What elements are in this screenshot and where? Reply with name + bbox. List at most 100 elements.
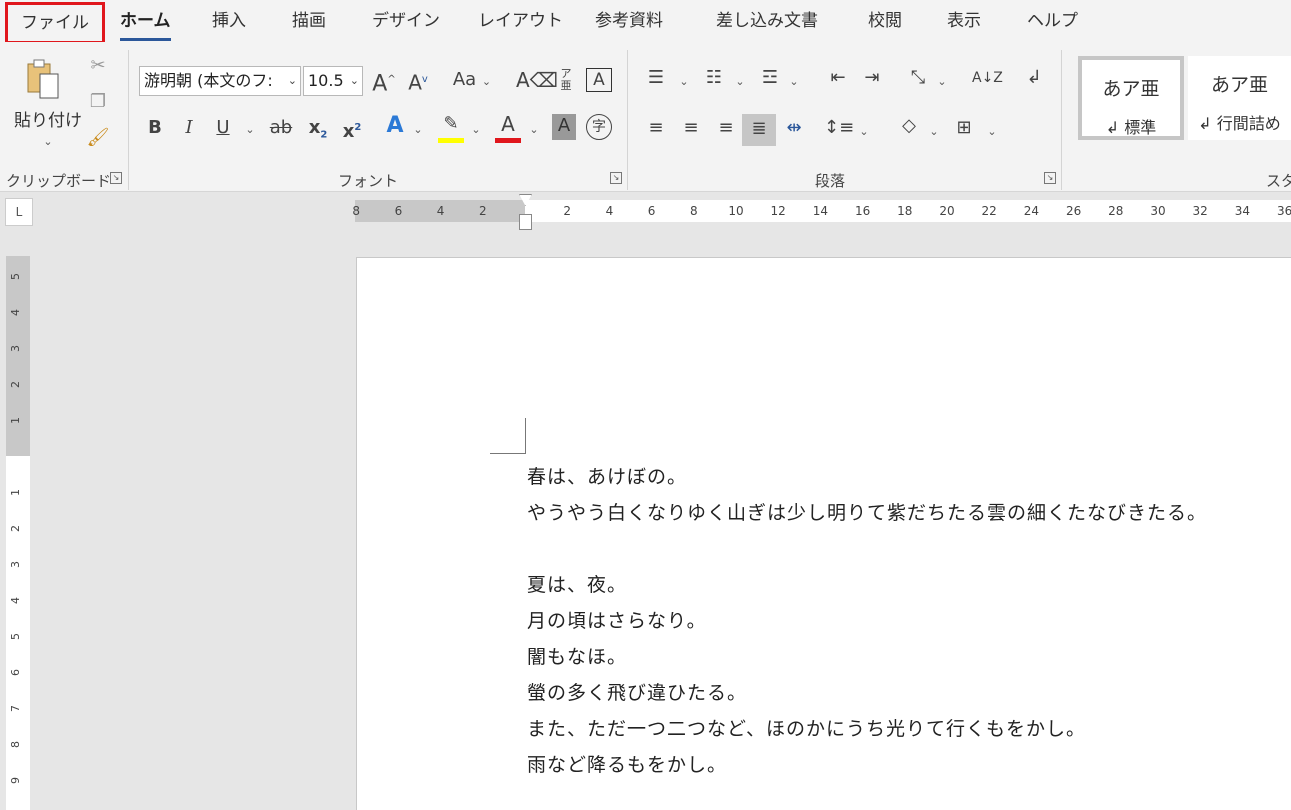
tab-help[interactable]: ヘルプ	[1027, 0, 1078, 42]
italic-icon[interactable]: I	[178, 116, 200, 142]
highlight-icon[interactable]: ✎	[438, 112, 464, 138]
document-line[interactable]: 螢の多く飛び違ひたる。	[527, 678, 747, 705]
style-no-spacing-label: ↲ 行間詰め	[1198, 114, 1281, 133]
style-normal[interactable]: あア亜 ↲ 標準	[1078, 56, 1184, 140]
document-line[interactable]: 夏は、夜。	[527, 570, 627, 597]
tab-view[interactable]: 表示	[947, 0, 981, 42]
document-line[interactable]: 春は、あけぼの。	[527, 462, 687, 489]
copy-icon[interactable]: ❐	[86, 90, 110, 116]
document-line[interactable]: 闇もなほ。	[527, 642, 627, 669]
paste-label: 貼り付け	[14, 111, 82, 131]
line-spacing-dropdown-chevron-icon[interactable]: ⌄	[856, 120, 872, 146]
font-color-icon[interactable]: A	[495, 112, 521, 138]
ruler-number: 2	[9, 525, 22, 532]
grow-font-icon[interactable]: A^	[370, 68, 398, 96]
paste-dropdown-chevron-icon[interactable]: ⌄	[40, 130, 56, 156]
bullets-dropdown-chevron-icon[interactable]: ⌄	[676, 70, 692, 96]
document-line[interactable]: やうやう白くなりゆく山ぎは少し明りて紫だちたる雲の細くたなびきたる。	[527, 498, 1207, 525]
character-border-icon[interactable]: A	[586, 68, 612, 92]
superscript-icon[interactable]: x2	[338, 116, 366, 142]
cut-icon[interactable]: ✂	[86, 54, 110, 80]
numbering-icon[interactable]: ☷	[700, 66, 728, 92]
format-painter-icon[interactable]: 🖌	[86, 126, 110, 152]
style-normal-label: ↲ 標準	[1105, 118, 1157, 137]
paragraph-launcher-icon[interactable]: ↘	[1044, 172, 1056, 184]
tab-insert[interactable]: 挿入	[212, 0, 246, 42]
justify-icon[interactable]: ≣	[742, 114, 776, 146]
tab-references[interactable]: 参考資料	[595, 0, 663, 42]
change-case-label: Aa	[452, 69, 477, 90]
clear-formatting-icon[interactable]: A⌫	[516, 68, 558, 94]
numbering-dropdown-chevron-icon[interactable]: ⌄	[732, 70, 748, 96]
document-line[interactable]: また、ただ一つ二つなど、ほのかにうち光りて行くもをかし。	[527, 714, 1086, 741]
sort-icon[interactable]: A↓Z	[972, 66, 1003, 92]
ruler-number: 5	[9, 273, 22, 280]
font-color-dropdown-chevron-icon[interactable]: ⌄	[526, 118, 542, 144]
character-shading-icon[interactable]: A	[552, 114, 576, 140]
vertical-ruler[interactable]: 5 4 3 2 1 1 2 3 4 5 6 7 8 9	[6, 256, 30, 810]
document-line[interactable]: 月の頃はさらなり。	[527, 606, 707, 633]
align-left-icon[interactable]: ≡	[642, 116, 670, 142]
multilevel-list-icon[interactable]: ☲	[756, 66, 784, 92]
ruler-number: 6	[394, 204, 403, 218]
ruler-number: 34	[1234, 204, 1251, 218]
group-divider	[1061, 50, 1062, 190]
tab-draw[interactable]: 描画	[292, 0, 326, 42]
ruler-number: 20	[939, 204, 955, 218]
tab-review[interactable]: 校閲	[868, 0, 902, 42]
tab-mailings[interactable]: 差し込み文書	[716, 0, 818, 42]
tab-design[interactable]: デザイン	[372, 0, 440, 42]
left-indent-marker[interactable]	[519, 214, 532, 230]
group-divider	[128, 50, 129, 190]
text-direction-icon[interactable]: ⤡	[904, 66, 932, 92]
font-size-combo[interactable]: 10.5 ⌄	[303, 66, 363, 96]
strikethrough-icon[interactable]: ab	[266, 116, 296, 142]
styles-group-label: スタ	[1266, 172, 1291, 190]
bullets-icon[interactable]: ☰	[642, 66, 670, 92]
phonetic-guide-icon[interactable]: ア亜	[554, 68, 578, 94]
distributed-icon[interactable]: ⇹	[780, 116, 808, 142]
style-no-spacing[interactable]: あア亜 ↲ 行間詰め	[1188, 56, 1291, 140]
borders-icon[interactable]: ⊞	[950, 116, 978, 142]
decrease-indent-icon[interactable]: ⇤	[824, 66, 852, 92]
text-effects-dropdown-chevron-icon[interactable]: ⌄	[410, 118, 426, 144]
shading-icon[interactable]: ◇	[896, 114, 922, 140]
tab-file[interactable]: ファイル	[5, 2, 105, 44]
text-effects-icon[interactable]: A	[382, 114, 408, 140]
tab-home[interactable]: ホーム	[120, 0, 171, 42]
paste-button[interactable]	[22, 58, 68, 99]
font-name-combo[interactable]: 游明朝 (本文のフ: ⌄	[139, 66, 301, 96]
align-right-icon[interactable]: ≡	[712, 116, 740, 142]
shading-dropdown-chevron-icon[interactable]: ⌄	[926, 120, 942, 146]
ruler-number: 1	[9, 489, 22, 496]
ribbon-home: 貼り付け ⌄ ✂ ❐ 🖌 クリップボード ↘ 游明朝 (本文のフ: ⌄ 10.5…	[0, 42, 1291, 192]
underline-dropdown-chevron-icon[interactable]: ⌄	[242, 118, 258, 144]
borders-dropdown-chevron-icon[interactable]: ⌄	[984, 120, 1000, 146]
multilevel-list-dropdown-chevron-icon[interactable]: ⌄	[786, 70, 802, 96]
ruler-number: 4	[605, 204, 614, 218]
shrink-font-icon[interactable]: Av	[404, 68, 432, 95]
horizontal-ruler[interactable]: 8 6 4 2 2 4 6 8 10 12 14 16 18 20 22 24 26 28 30 32 34 36	[352, 200, 1291, 222]
tab-layout[interactable]: レイアウト	[478, 0, 563, 42]
show-paragraph-marks-icon[interactable]: ↲	[1020, 66, 1048, 92]
document-line[interactable]: 雨など降るもをかし。	[527, 750, 727, 777]
change-case-button[interactable]: Aa ⌄	[448, 68, 496, 94]
enclose-characters-icon[interactable]: 字	[586, 114, 612, 140]
align-center-icon[interactable]: ≡	[677, 116, 705, 142]
subscript-icon[interactable]: x2	[304, 116, 332, 142]
highlight-dropdown-chevron-icon[interactable]: ⌄	[468, 118, 484, 144]
style-no-spacing-preview: あア亜	[1210, 74, 1268, 96]
ruler-number: 18	[897, 204, 913, 218]
clipboard-launcher-icon[interactable]: ↘	[110, 172, 122, 184]
tab-selector-button[interactable]: L	[5, 198, 33, 226]
increase-indent-icon[interactable]: ⇥	[858, 66, 886, 92]
style-normal-preview: あア亜	[1102, 78, 1160, 100]
ruler-number: 6	[647, 204, 656, 218]
text-direction-dropdown-chevron-icon[interactable]: ⌄	[934, 70, 950, 96]
font-launcher-icon[interactable]: ↘	[610, 172, 622, 184]
bold-icon[interactable]: B	[144, 116, 166, 142]
ruler-number: 6	[9, 669, 22, 676]
line-spacing-icon[interactable]: ↕≡	[824, 116, 854, 142]
font-size-value: 10.5	[308, 71, 344, 90]
underline-icon[interactable]: U	[212, 116, 234, 142]
